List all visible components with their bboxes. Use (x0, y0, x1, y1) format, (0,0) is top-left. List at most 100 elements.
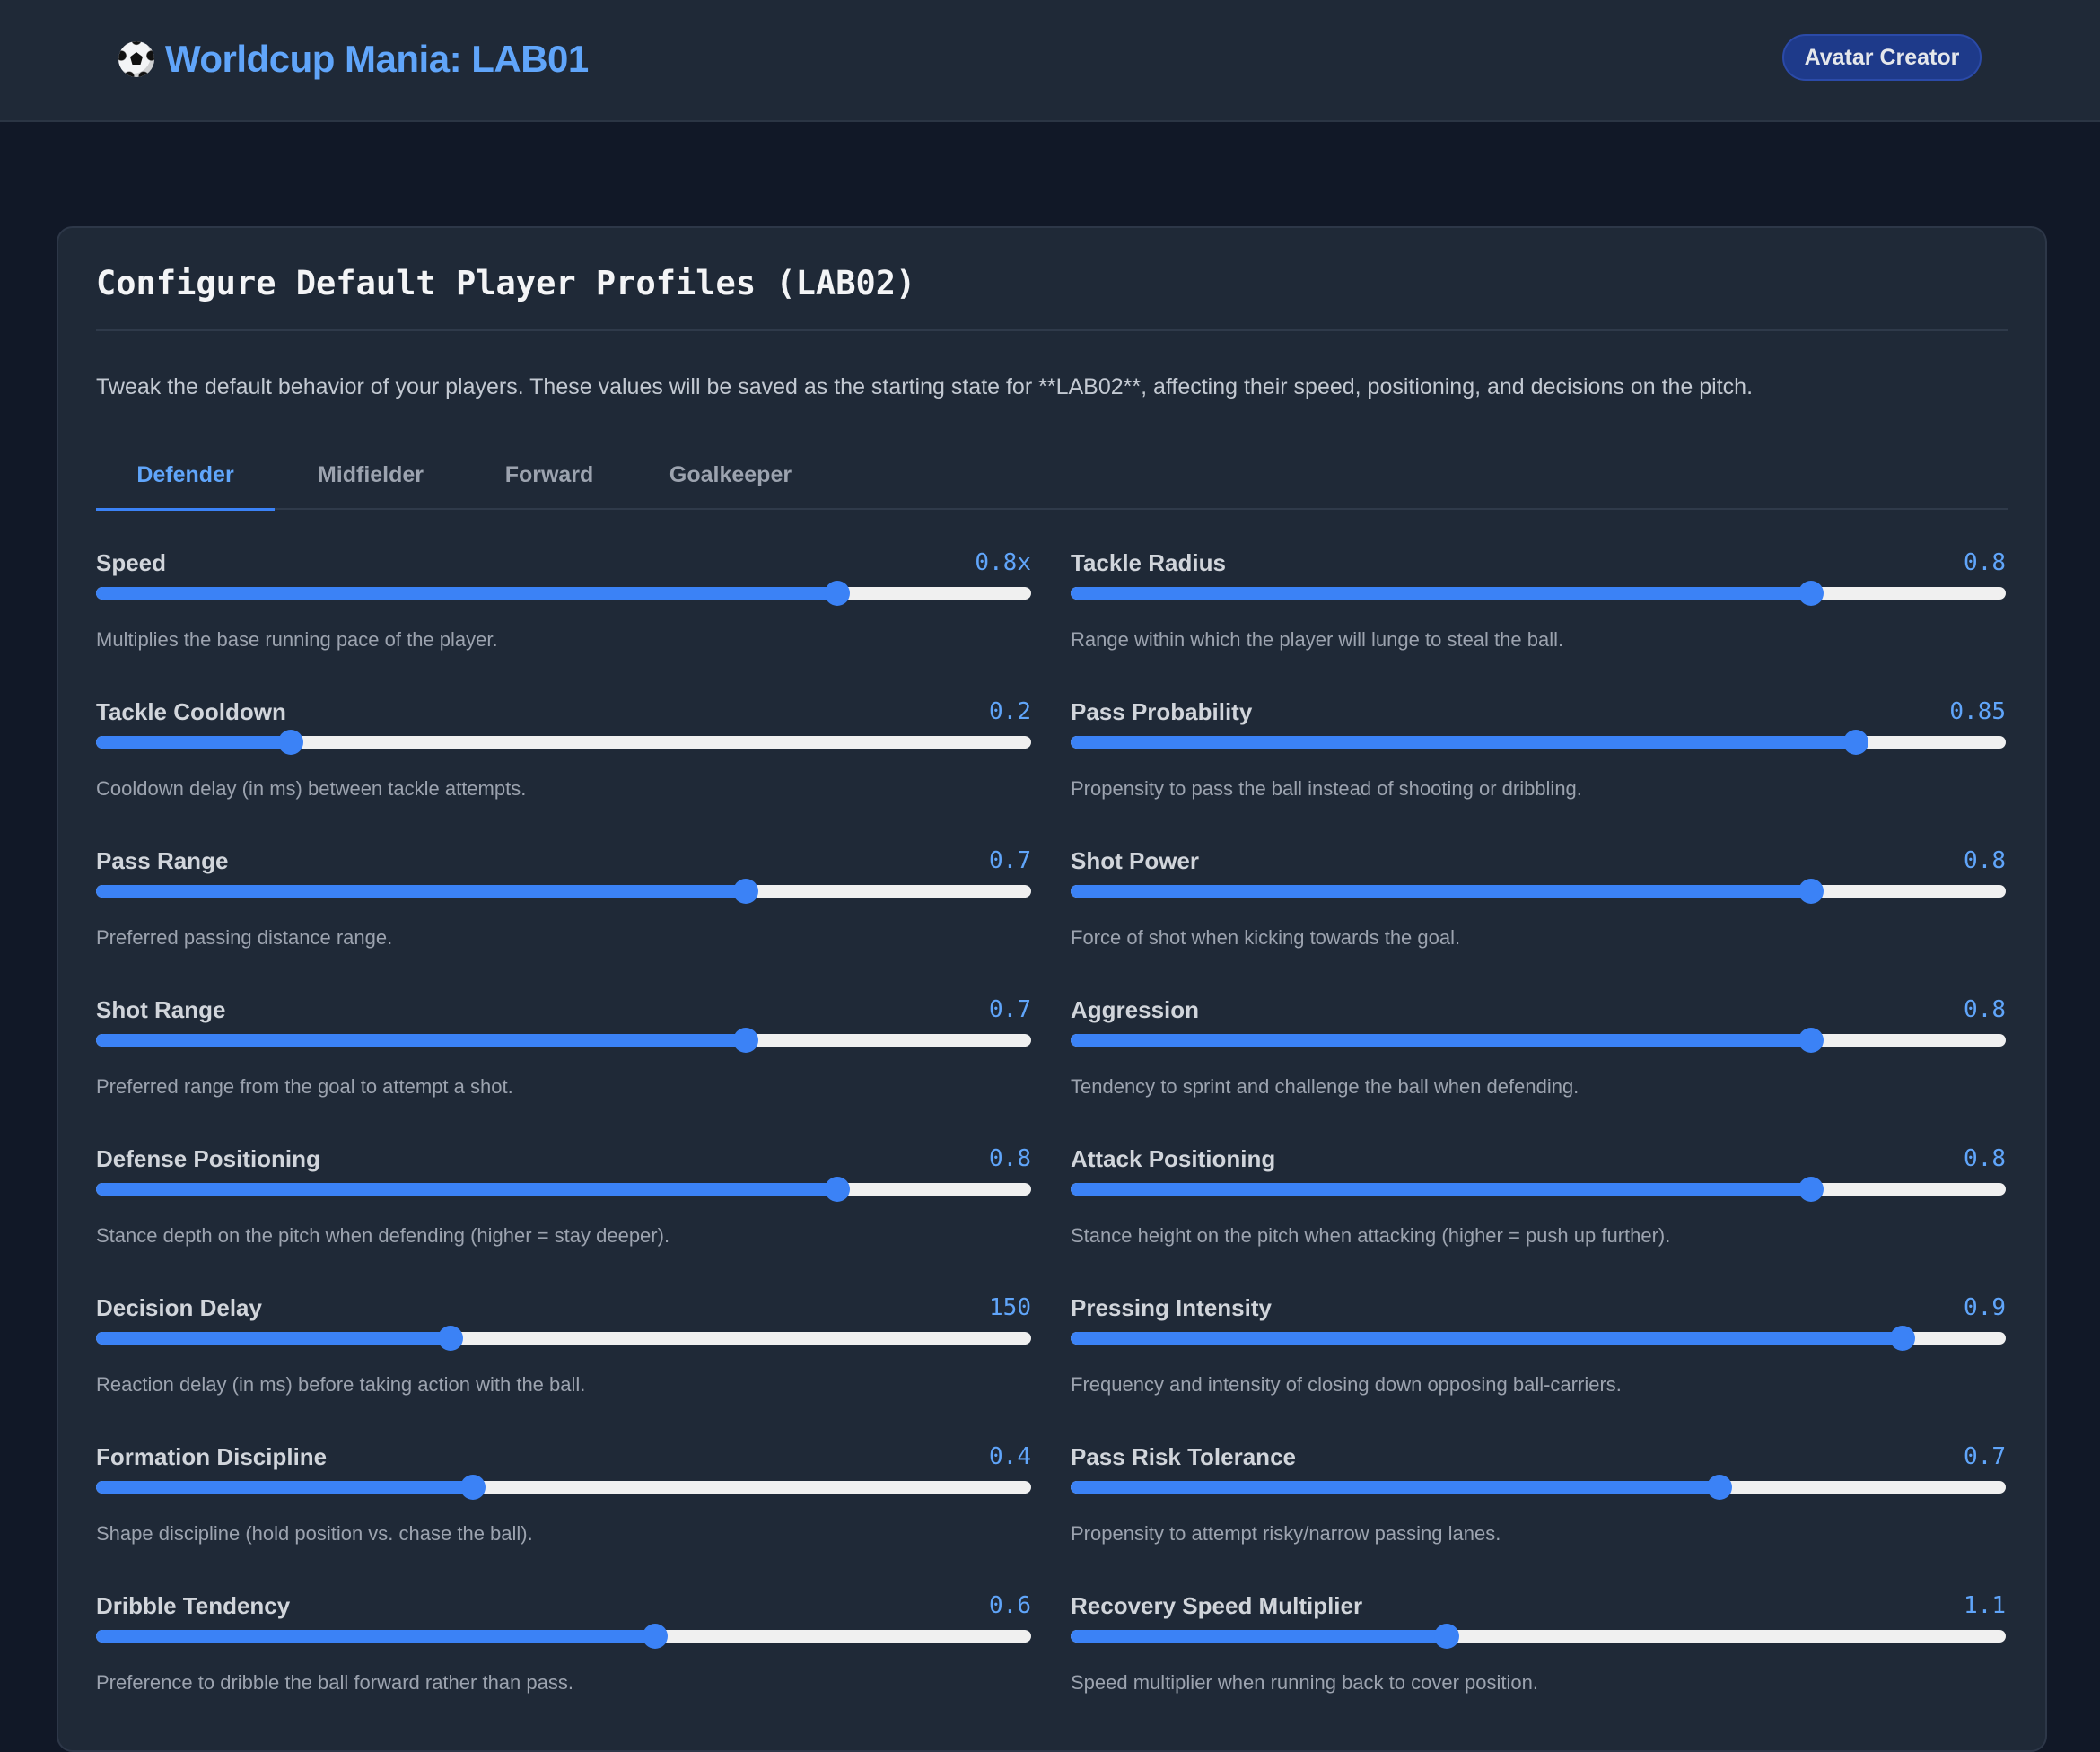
slider-thumb[interactable] (1798, 581, 1824, 606)
slider-fill (1071, 885, 1812, 898)
slider-fill (1071, 1332, 1903, 1345)
slider-thumb[interactable] (277, 730, 303, 755)
shot-power-slider[interactable] (1071, 879, 2006, 904)
setting-help-text: Propensity to attempt risky/narrow passi… (1071, 1522, 1501, 1545)
app-title: Worldcup Mania: LAB01 (165, 38, 589, 80)
slider-thumb[interactable] (825, 1177, 851, 1202)
slider-thumb[interactable] (1433, 1624, 1459, 1649)
setting-defense-positioning: Defense Positioning 0.8 Stance depth on th… (96, 1145, 1031, 1280)
tab-goalkeeper[interactable]: Goalkeeper (632, 449, 829, 508)
slider-thumb[interactable] (1843, 730, 1869, 755)
setting-help-text: Force of shot when kicking towards the g… (1071, 926, 1461, 949)
setting-value: 0.8 (1964, 996, 2006, 1023)
setting-value: 0.8 (1964, 1145, 2006, 1172)
panel-title: Configure Default Player Profiles (LAB02… (96, 264, 916, 302)
setting-tackle-radius: Tackle Radius 0.8 Range within which the p… (1071, 549, 2006, 684)
setting-shot-power: Shot Power 0.8 Force of shot when kicking … (1071, 847, 2006, 982)
recovery-speed-multiplier-slider[interactable] (1071, 1624, 2006, 1649)
slider-thumb[interactable] (437, 1326, 463, 1351)
slider-fill (96, 1034, 747, 1047)
setting-decision-delay: Decision Delay 150 Reaction delay (in ms) … (96, 1294, 1031, 1429)
pass-range-slider[interactable] (96, 879, 1031, 904)
setting-value: 0.7 (989, 847, 1031, 874)
slider-thumb[interactable] (1798, 879, 1824, 904)
formation-discipline-slider[interactable] (96, 1475, 1031, 1500)
attack-positioning-slider[interactable] (1071, 1177, 2006, 1202)
setting-label: Speed (96, 549, 167, 576)
tab-forward[interactable]: Forward (467, 449, 632, 508)
tackle-cooldown-slider[interactable] (96, 730, 1031, 755)
setting-help-text: Preferred passing distance range. (96, 926, 393, 949)
brand[interactable]: Worldcup Mania: LAB01 (118, 32, 589, 86)
setting-value: 150 (989, 1294, 1031, 1321)
setting-pass-risk-tolerance: Pass Risk Tolerance 0.7 Propensity to atte… (1071, 1443, 2006, 1578)
setting-label: Aggression (1071, 996, 1200, 1023)
setting-help-text: Frequency and intensity of closing down … (1071, 1373, 1622, 1396)
setting-speed: Speed 0.8x Multiplies the base running pac… (96, 549, 1031, 684)
setting-formation-discipline: Formation Discipline 0.4 Shape discipline … (96, 1443, 1031, 1578)
setting-value: 1.1 (1964, 1592, 2006, 1619)
setting-attack-positioning: Attack Positioning 0.8 Stance height on th… (1071, 1145, 2006, 1280)
setting-value: 0.2 (989, 698, 1031, 725)
slider-fill (96, 885, 747, 898)
slider-fill (1071, 1630, 1447, 1642)
shot-range-slider[interactable] (96, 1028, 1031, 1053)
setting-label: Pass Range (96, 847, 229, 874)
avatar-creator-button[interactable]: Avatar Creator (1782, 34, 1982, 81)
setting-label: Pressing Intensity (1071, 1294, 1272, 1321)
setting-label: Decision Delay (96, 1294, 262, 1321)
slider-fill (96, 1481, 473, 1494)
pressing-intensity-slider[interactable] (1071, 1326, 2006, 1351)
slider-thumb[interactable] (1890, 1326, 1916, 1351)
slider-fill (1071, 1034, 1812, 1047)
setting-value: 0.7 (989, 996, 1031, 1023)
setting-help-text: Speed multiplier when running back to co… (1071, 1671, 1538, 1694)
slider-thumb[interactable] (459, 1475, 486, 1500)
slider-thumb[interactable] (733, 879, 759, 904)
tab-defender[interactable]: Defender (96, 449, 275, 511)
setting-help-text: Shape discipline (hold position vs. chas… (96, 1522, 533, 1545)
setting-help-text: Preferred range from the goal to attempt… (96, 1075, 513, 1098)
setting-label: Shot Range (96, 996, 226, 1023)
setting-label: Recovery Speed Multiplier (1071, 1592, 1363, 1619)
dribble-tendency-slider[interactable] (96, 1624, 1031, 1649)
setting-dribble-tendency: Dribble Tendency 0.6 Preference to dribble… (96, 1592, 1031, 1727)
slider-fill (96, 1332, 451, 1345)
setting-help-text: Stance depth on the pitch when defending… (96, 1224, 670, 1247)
slider-thumb[interactable] (1798, 1028, 1824, 1053)
pass-probability-slider[interactable] (1071, 730, 2006, 755)
slider-fill (1071, 1481, 1720, 1494)
tackle-radius-slider[interactable] (1071, 581, 2006, 606)
role-tabs: Defender Midfielder Forward Goalkeeper (96, 449, 2008, 511)
setting-value: 0.8 (989, 1145, 1031, 1172)
slider-fill (96, 587, 838, 600)
slider-thumb[interactable] (1707, 1475, 1733, 1500)
slider-fill (96, 1630, 656, 1642)
setting-help-text: Range within which the player will lunge… (1071, 628, 1564, 651)
setting-value: 0.8x (975, 549, 1031, 576)
defense-positioning-slider[interactable] (96, 1177, 1031, 1202)
panel-description: Tweak the default behavior of your playe… (96, 374, 1754, 399)
pass-risk-tolerance-slider[interactable] (1071, 1475, 2006, 1500)
setting-help-text: Tendency to sprint and challenge the bal… (1071, 1075, 1579, 1098)
slider-fill (96, 1183, 838, 1196)
aggression-slider[interactable] (1071, 1028, 2006, 1053)
setting-pass-probability: Pass Probability 0.85 Propensity to pass t… (1071, 698, 2006, 833)
slider-fill (96, 736, 291, 749)
slider-fill (1071, 587, 1812, 600)
panel-divider (96, 329, 2008, 331)
slider-thumb[interactable] (825, 581, 851, 606)
setting-help-text: Reaction delay (in ms) before taking act… (96, 1373, 586, 1396)
setting-value: 0.85 (1949, 698, 2006, 725)
slider-thumb[interactable] (1798, 1177, 1824, 1202)
tab-midfielder[interactable]: Midfielder (275, 449, 467, 508)
speed-slider[interactable] (96, 581, 1031, 606)
setting-label: Shot Power (1071, 847, 1200, 874)
decision-delay-slider[interactable] (96, 1326, 1031, 1351)
setting-label: Attack Positioning (1071, 1145, 1276, 1172)
slider-thumb[interactable] (643, 1624, 669, 1649)
setting-recovery-speed-multiplier: Recovery Speed Multiplier 1.1 Speed multip… (1071, 1592, 2006, 1727)
slider-fill (1071, 1183, 1812, 1196)
slider-thumb[interactable] (733, 1028, 759, 1053)
setting-label: Pass Risk Tolerance (1071, 1443, 1296, 1470)
